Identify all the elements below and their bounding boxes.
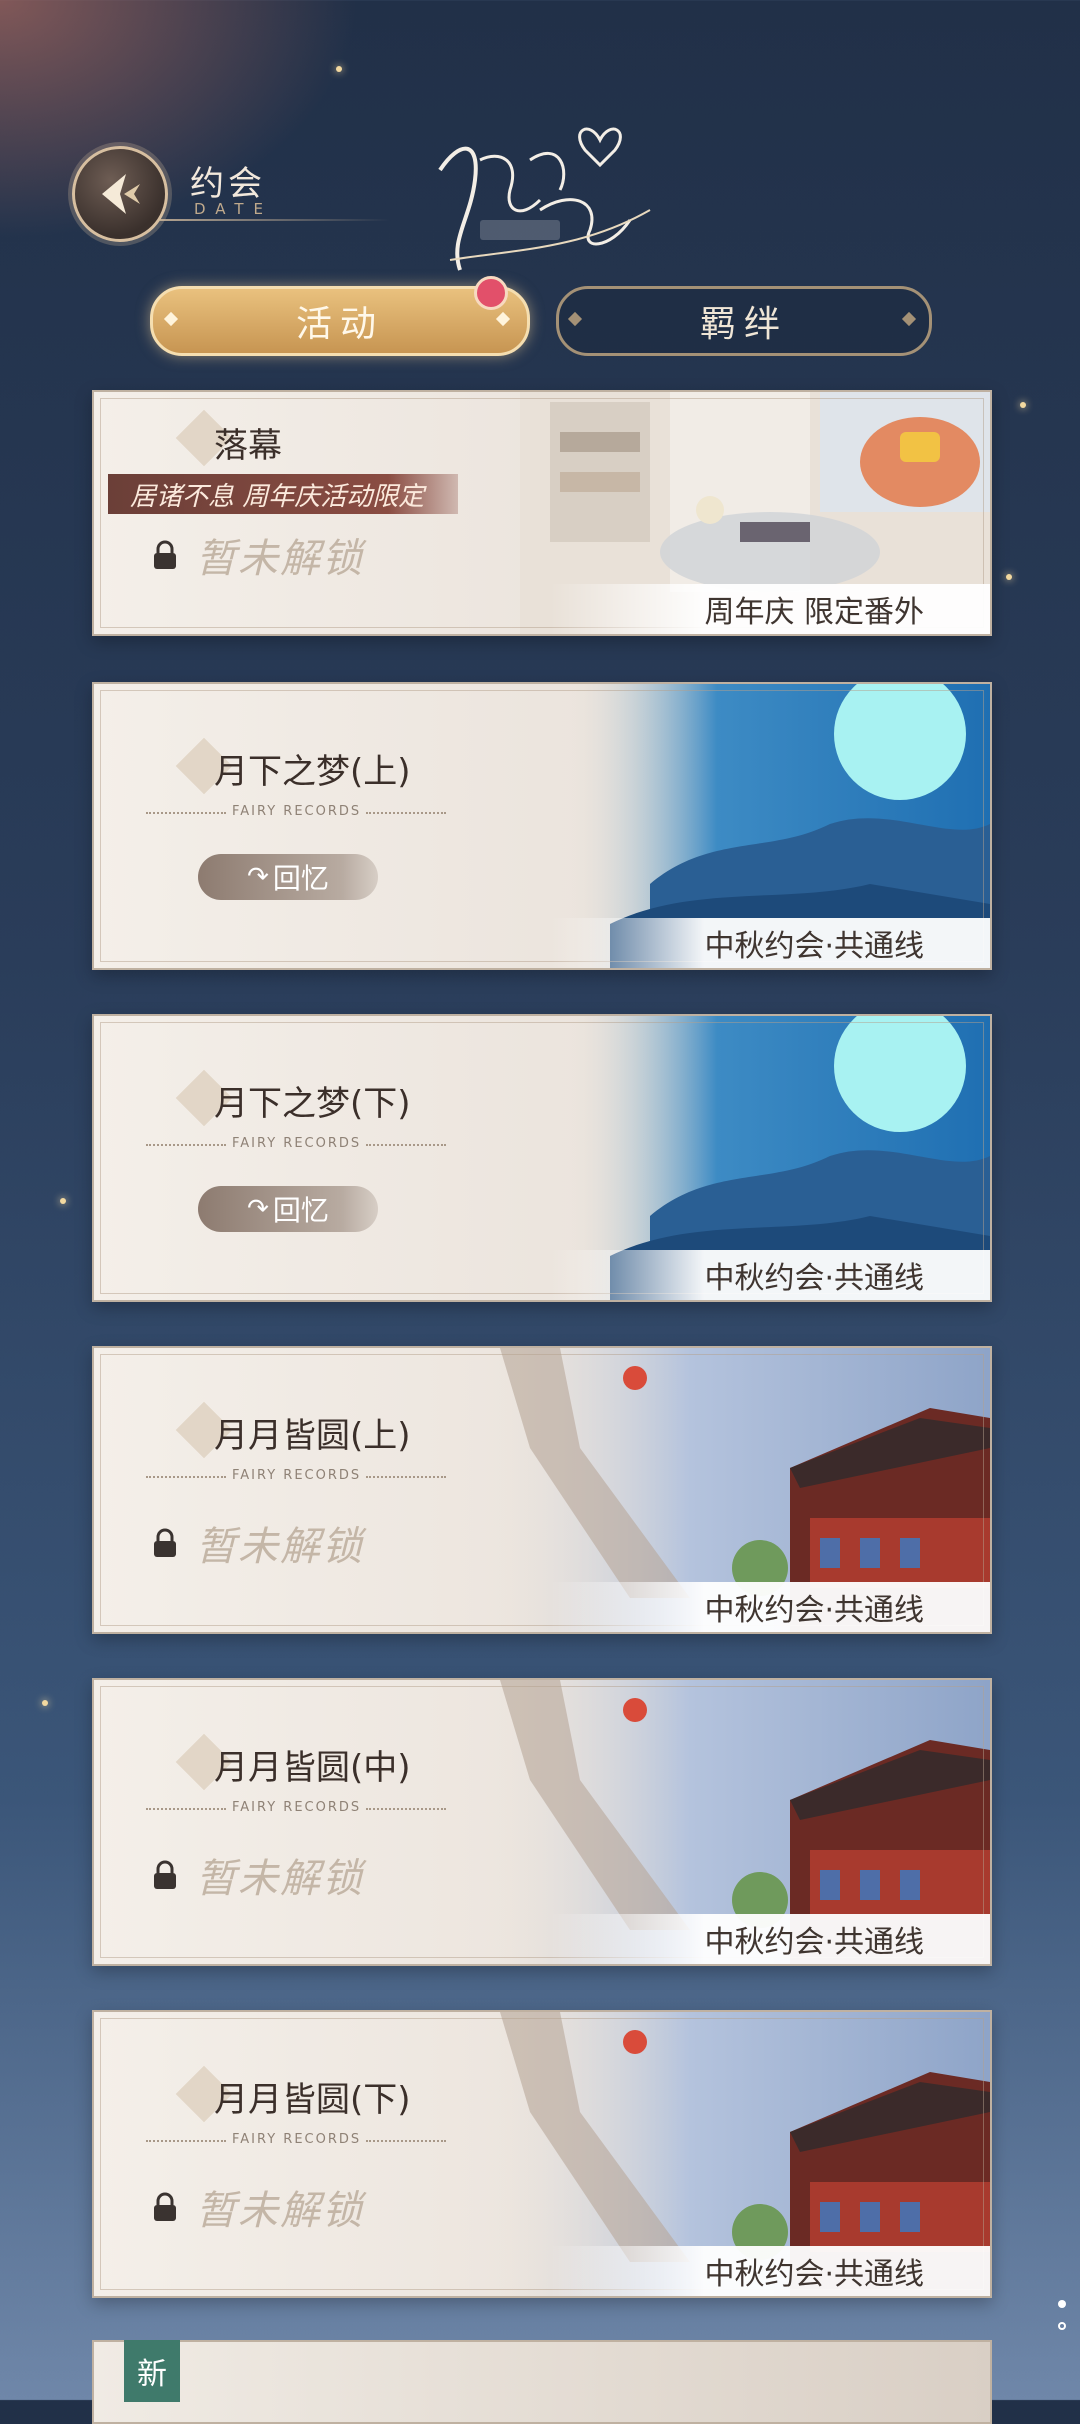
divider-line xyxy=(146,1476,226,1479)
date-card-new[interactable] xyxy=(92,2340,992,2424)
card-title: 月下之梦(上) xyxy=(214,752,411,792)
lock-icon xyxy=(154,2192,176,2221)
card-title: 落幕 xyxy=(214,426,282,466)
lock-status-text: 暂未解锁 xyxy=(196,536,364,582)
card-tag: 中秋约会·共通线 xyxy=(550,1582,990,1632)
date-card-full-moon-3[interactable]: 月月皆圆(下) FAIRY RECORDS 暂未解锁 中秋约会·共通线 xyxy=(92,2010,992,2298)
recall-label: 回忆 xyxy=(272,862,329,895)
background-glow xyxy=(0,0,360,240)
card-english-label: FAIRY RECORDS xyxy=(232,1800,362,1815)
lock-icon xyxy=(154,1860,176,1889)
divider-line xyxy=(146,2140,226,2143)
date-card-curtain-fall[interactable]: 落幕 居诸不息 周年庆活动限定 暂未解锁 周年庆 限定番外 xyxy=(92,390,992,636)
divider-line xyxy=(366,1144,446,1147)
replay-icon: ↷ xyxy=(247,862,269,892)
divider-line xyxy=(146,1808,226,1811)
date-card-full-moon-2[interactable]: 月月皆圆(中) FAIRY RECORDS 暂未解锁 中秋约会·共通线 xyxy=(92,1678,992,1966)
lock-status-text: 暂未解锁 xyxy=(196,1524,364,1570)
sparkle-decoration xyxy=(336,66,342,72)
recall-button[interactable]: ↷ 回忆 xyxy=(198,1186,378,1232)
divider-line xyxy=(366,1476,446,1479)
card-title: 月月皆圆(上) xyxy=(214,1416,411,1456)
card-title: 月下之梦(下) xyxy=(214,1084,411,1124)
sparkle-decoration xyxy=(1020,402,1026,408)
page-title: 约会 xyxy=(190,164,266,204)
lock-status-text: 暂未解锁 xyxy=(196,2188,364,2234)
recall-button[interactable]: ↷ 回忆 xyxy=(198,854,378,900)
diamond-arrow-back-icon xyxy=(102,174,140,214)
date-card-full-moon-1[interactable]: 月月皆圆(上) FAIRY RECORDS 暂未解锁 中秋约会·共通线 xyxy=(92,1346,992,1634)
divider-line xyxy=(366,812,446,815)
tab-bond[interactable]: 羁绊 xyxy=(556,286,932,356)
scroll-indicator xyxy=(1058,2300,1066,2330)
sparkle-decoration xyxy=(42,1700,48,1706)
divider-line xyxy=(146,1144,226,1147)
locked-indicator: 暂未解锁 xyxy=(152,1846,364,1904)
tab-activity[interactable]: 活动 xyxy=(150,286,530,356)
divider-line xyxy=(366,1808,446,1811)
back-button[interactable] xyxy=(72,146,168,242)
card-title: 月月皆圆(中) xyxy=(214,1748,411,1788)
sparkle-decoration xyxy=(60,1198,66,1204)
replay-icon: ↷ xyxy=(247,1194,269,1224)
recall-label: 回忆 xyxy=(272,1194,329,1227)
divider-line xyxy=(146,812,226,815)
lock-status-text: 暂未解锁 xyxy=(196,1856,364,1902)
game-logo xyxy=(438,127,651,271)
card-tag: 中秋约会·共通线 xyxy=(550,1914,990,1964)
header-divider xyxy=(160,219,390,221)
card-tag: 中秋约会·共通线 xyxy=(550,918,990,968)
sparkle-decoration xyxy=(1006,574,1012,580)
card-tag: 中秋约会·共通线 xyxy=(550,2246,990,2296)
event-banner: 居诸不息 周年庆活动限定 xyxy=(108,474,458,514)
lock-icon xyxy=(154,1528,176,1557)
tab-label: 羁绊 xyxy=(699,304,788,345)
card-english-label: FAIRY RECORDS xyxy=(232,1468,362,1483)
locked-indicator: 暂未解锁 xyxy=(152,526,364,584)
card-english-label: FAIRY RECORDS xyxy=(232,1136,362,1151)
locked-indicator: 暂未解锁 xyxy=(152,2178,364,2236)
lock-icon xyxy=(154,540,176,569)
card-english-label: FAIRY RECORDS xyxy=(232,2132,362,2147)
new-badge: 新 xyxy=(124,2340,180,2402)
divider-line xyxy=(366,2140,446,2143)
date-card-moon-dream-1[interactable]: 月下之梦(上) FAIRY RECORDS ↷ 回忆 中秋约会·共通线 xyxy=(92,682,992,970)
card-english-label: FAIRY RECORDS xyxy=(232,804,362,819)
date-card-moon-dream-2[interactable]: 月下之梦(下) FAIRY RECORDS ↷ 回忆 中秋约会·共通线 xyxy=(92,1014,992,1302)
page-subtitle: DATE xyxy=(194,200,274,218)
locked-indicator: 暂未解锁 xyxy=(152,1514,364,1572)
card-tag: 中秋约会·共通线 xyxy=(550,1250,990,1300)
notification-badge xyxy=(474,276,508,310)
tab-label: 活动 xyxy=(295,304,384,345)
card-title: 月月皆圆(下) xyxy=(214,2080,411,2120)
card-tag: 周年庆 限定番外 xyxy=(550,584,990,634)
